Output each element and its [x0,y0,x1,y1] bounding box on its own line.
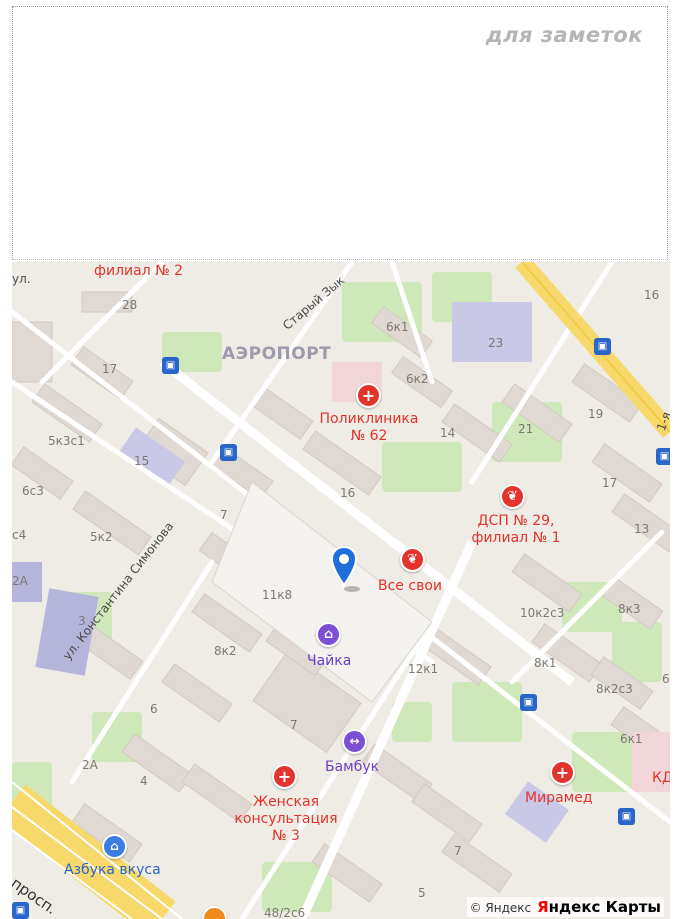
poi-label: консультация [234,811,338,827]
poi-label[interactable]: Мирамед [525,790,593,807]
poi-label[interactable]: Азбука вкуса [64,862,161,878]
bus-stop-icon[interactable]: ▣ [12,902,29,919]
building-number: 6 [662,672,670,686]
building-number: 6к1 [386,320,409,334]
bus-stop-icon[interactable]: ▣ [520,694,537,711]
tooth-icon[interactable]: ❦ [500,484,525,509]
building-number: 16 [644,288,660,302]
building-number: с4 [12,528,27,542]
building-number: 2А [12,574,28,588]
building-number: 8к2с3 [596,682,633,696]
location-pin-icon[interactable] [330,545,370,595]
basket-icon[interactable]: ⌂ [102,834,127,859]
bus-stop-icon[interactable]: ▣ [594,338,611,355]
building-number: 2А [82,758,98,772]
building-number: 8к3 [618,602,641,616]
district-label: АЭРОПОРТ [222,344,332,364]
bus-stop-icon[interactable]: ▣ [220,444,237,461]
building-number: 7 [220,508,228,522]
poi-label[interactable]: КД [652,770,670,787]
map-view[interactable]: АЭРОПОРТ ул. Константина Симонова Старый… [12,262,670,919]
cross-icon[interactable]: + [272,764,297,789]
street-label-ul: ул. [12,272,31,286]
bus-stop-icon[interactable]: ▣ [618,808,635,825]
building-number: 16 [340,486,356,500]
building-number: 6к1 [620,732,643,746]
poi-label: филиал № 1 [471,530,561,546]
notes-label: для заметок [485,23,643,47]
building-number: 17 [102,362,118,376]
brand-rest: ндекс Карты [548,898,661,916]
building-number: 8к2 [214,644,237,658]
building-number: 6к2 [406,372,429,386]
poi-label: Поликлиника [319,411,419,427]
dumbbell-icon[interactable]: ↔ [342,729,367,754]
building-number: 6с3 [22,484,44,498]
building-number: 7 [454,844,462,858]
building-number: 23 [488,336,504,350]
hanger-icon[interactable]: ⌂ [316,622,341,647]
building-number: 21 [518,422,534,436]
tooth-icon[interactable]: ❦ [400,547,425,572]
poi-label[interactable]: Бамбук [325,759,379,775]
poi-label: № 3 [272,828,300,844]
poi-label[interactable]: Чайка [307,653,351,669]
building-number: 28 [122,298,138,312]
building-number: 6 [150,702,158,716]
building-number: 15 [134,454,150,468]
copyright-text: © Яндекс [469,901,532,915]
building-number: 3 [78,614,86,628]
poi-label[interactable]: Все свои [378,578,442,595]
building-number: 12к1 [408,662,439,676]
poi-dsp[interactable]: ДСП № 29, филиал № 1 [464,513,568,547]
building-number: 19 [588,407,604,421]
bus-stop-icon[interactable]: ▣ [656,448,670,465]
map-attribution: © Яндекс Яндекс Карты [466,897,664,917]
notes-box[interactable]: для заметок [12,6,668,260]
brand-ya: Я [537,898,549,916]
building-number: 5к3с1 [48,434,85,448]
building-number: 7 [290,718,298,732]
building-number: 48/2с6 [264,906,306,919]
building-number: 14 [440,426,456,440]
poi-label: № 62 [350,428,388,444]
building-number: 5 [418,886,426,900]
building-number: 10к2с3 [520,606,565,620]
poi-label: Женская [252,794,319,810]
building-number: 8к1 [534,656,557,670]
cross-icon[interactable]: + [550,760,575,785]
poi-poliklinika[interactable]: Поликлиника № 62 [310,411,428,445]
cross-icon[interactable]: + [356,383,381,408]
poi-label: ДСП № 29, [477,513,555,529]
bus-stop-icon[interactable]: ▣ [162,357,179,374]
building-number: 5к2 [90,530,113,544]
building-number: 13 [634,522,650,536]
poi-label[interactable]: филиал № 2 [94,263,183,280]
building-number: 17 [602,476,618,490]
building-number: 11к8 [262,588,293,602]
yandex-maps-logo[interactable]: Яндекс Карты [537,898,661,916]
poi-zhenskaya[interactable]: Женская консультация № 3 [234,794,338,845]
building-number: 4 [140,774,148,788]
